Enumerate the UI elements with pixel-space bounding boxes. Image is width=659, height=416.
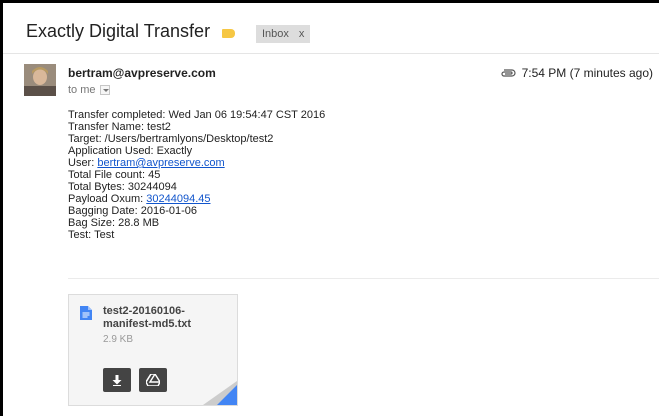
attachment-name-line: manifest-md5.txt <box>103 318 192 330</box>
subject-bar: Exactly Digital Transfer Inbox x <box>3 3 659 54</box>
attachment-name: test2-20160106- manifest-md5.txt <box>103 305 223 331</box>
body-line: Transfer Name: test2 <box>68 121 171 133</box>
body-line: Total Bytes: 30244094 <box>68 181 177 193</box>
email-subject: Exactly Digital Transfer <box>26 21 211 41</box>
message-body: Transfer completed: Wed Jan 06 19:54:47 … <box>68 109 628 241</box>
recipient-text: to me <box>68 84 96 96</box>
doc-icon <box>80 306 92 320</box>
body-line: Application Used: Exactly <box>68 145 193 157</box>
paperclip-icon <box>501 69 516 77</box>
attachment-divider <box>68 278 659 279</box>
message-meta: 7:54 PM (7 minutes ago) <box>500 66 653 80</box>
attachment-name-line: test2-20160106- <box>103 305 185 317</box>
file-type-corner <box>217 385 237 405</box>
download-button[interactable] <box>103 368 131 392</box>
inbox-label-text: Inbox <box>262 28 289 40</box>
body-line: Bagging Date: 2016-01-06 <box>68 205 198 217</box>
remove-label-button[interactable]: x <box>299 25 305 43</box>
body-line-user: User: bertram@avpreserve.com <box>68 157 628 169</box>
attachment-card[interactable]: test2-20160106- manifest-md5.txt 2.9 KB <box>68 294 238 406</box>
message-time: 7:54 PM (7 minutes ago) <box>521 66 653 80</box>
user-prefix: User: <box>68 157 98 169</box>
body-line: Transfer completed: Wed Jan 06 19:54:47 … <box>68 109 326 121</box>
drive-icon <box>146 374 160 386</box>
save-to-drive-button[interactable] <box>139 368 167 392</box>
body-line: Target: /Users/bertramlyons/Desktop/test… <box>68 133 274 145</box>
body-line: Bag Size: 28.8 MB <box>68 217 160 229</box>
body-line: Total File count: 45 <box>68 169 161 181</box>
details-dropdown-icon[interactable] <box>99 85 110 95</box>
body-line-oxum: Payload Oxum: 30244094.45 <box>68 193 628 205</box>
download-icon <box>112 374 122 386</box>
body-line: Test: Test <box>68 229 115 241</box>
attachment-size: 2.9 KB <box>103 334 134 345</box>
label-tag-icon[interactable] <box>222 29 235 38</box>
user-email-link[interactable]: bertram@avpreserve.com <box>97 157 224 169</box>
inbox-label-chip[interactable]: Inbox x <box>256 25 311 43</box>
recipient-line: to me <box>68 84 110 96</box>
oxum-link[interactable]: 30244094.45 <box>146 193 210 205</box>
sender-email[interactable]: bertram@avpreserve.com <box>68 66 216 80</box>
avatar[interactable] <box>24 64 56 96</box>
oxum-prefix: Payload Oxum: <box>68 193 147 205</box>
